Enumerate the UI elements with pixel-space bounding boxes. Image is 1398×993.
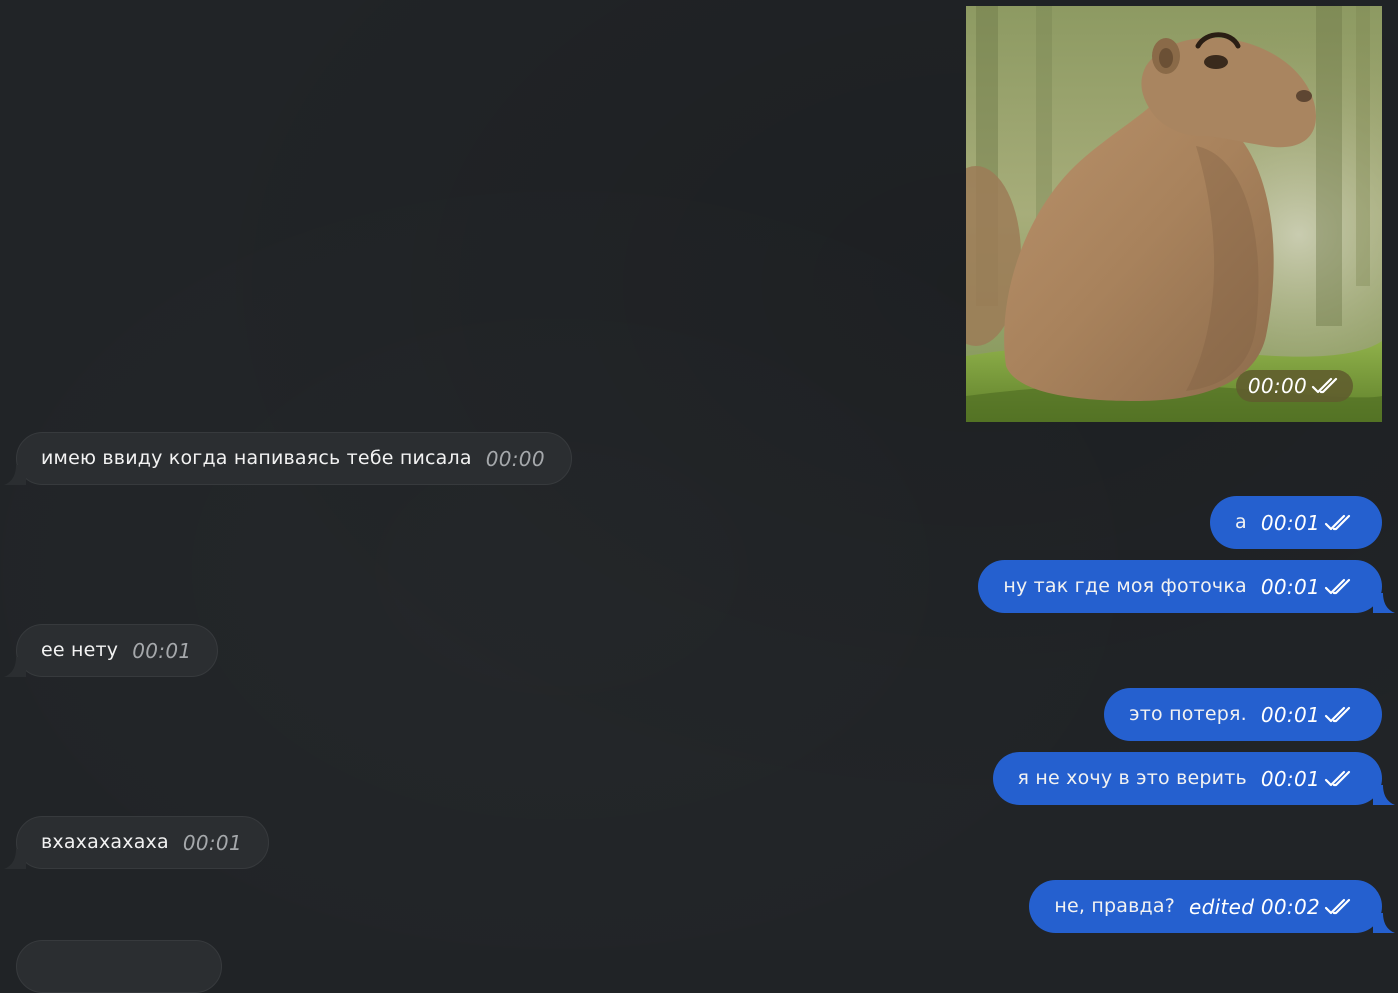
message-text: не, правда?	[1054, 895, 1175, 917]
message-time: 00:01	[132, 638, 192, 663]
bubble-tail	[1373, 913, 1395, 933]
photo-timestamp-badge: 00:00	[1235, 370, 1353, 402]
bubble-tail	[4, 849, 26, 869]
message-text: это потеря.	[1129, 703, 1247, 725]
double-check-icon	[1324, 770, 1351, 786]
incoming-message[interactable]: ее нету 00:01	[4, 624, 219, 677]
outgoing-message[interactable]: не, правда? edited 00:02	[1029, 880, 1395, 933]
capybara-photo	[966, 6, 1382, 422]
bubble-tail	[4, 657, 26, 677]
bubble-tail	[1373, 785, 1395, 805]
outgoing-message[interactable]: это потеря. 00:01	[1104, 688, 1382, 741]
message-time: 00:01	[1260, 510, 1320, 535]
message-text: ну так где моя фоточка	[1003, 575, 1247, 597]
outgoing-message[interactable]: ну так где моя фоточка 00:01	[978, 560, 1395, 613]
message-text: имею ввиду когда напиваясь тебе писала	[41, 447, 472, 469]
bubble-tail	[4, 465, 26, 485]
message-time: 00:01	[1260, 766, 1320, 791]
incoming-message[interactable]: вхахахахаха 00:01	[4, 816, 269, 869]
message-text: вхахахахаха	[41, 831, 169, 853]
photo-time: 00:00	[1247, 374, 1307, 398]
message-time: 00:01	[1260, 702, 1320, 727]
double-check-icon	[1324, 578, 1351, 594]
incoming-message-partial[interactable]	[16, 940, 222, 993]
bubble-tail	[1373, 593, 1395, 613]
message-time: edited 00:02	[1189, 894, 1320, 919]
incoming-message[interactable]: имею ввиду когда напиваясь тебе писала 0…	[4, 432, 572, 485]
message-text: а	[1235, 511, 1247, 533]
double-check-icon	[1311, 377, 1338, 394]
message-text: я не хочу в это верить	[1017, 767, 1247, 789]
outgoing-message[interactable]: а 00:01	[1210, 496, 1382, 549]
message-text: ее нету	[41, 639, 119, 661]
double-check-icon	[1324, 898, 1351, 914]
message-time: 00:01	[182, 830, 242, 855]
double-check-icon	[1324, 706, 1351, 722]
photo-message[interactable]: 00:00	[966, 6, 1382, 422]
message-time: 00:01	[1260, 574, 1320, 599]
outgoing-message[interactable]: я не хочу в это верить 00:01	[992, 752, 1395, 805]
message-time: 00:00	[485, 446, 545, 471]
double-check-icon	[1324, 514, 1351, 530]
